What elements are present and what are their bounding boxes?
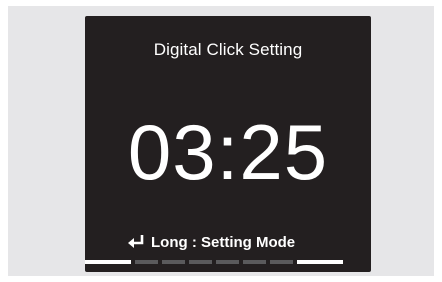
page-indicator-segment	[85, 260, 131, 264]
time-display: 03:25	[127, 108, 329, 196]
page-indicator-segment	[189, 260, 212, 264]
page-indicator-segment	[135, 260, 158, 264]
enter-icon	[128, 235, 144, 248]
page-indicator-segment	[243, 260, 266, 264]
page-indicator	[85, 260, 371, 264]
device-screen: Digital Click Setting 03:25 Long : Setti…	[85, 16, 371, 272]
page-indicator-segment	[270, 260, 293, 264]
page-indicator-segment	[297, 260, 343, 264]
hint-row: Long : Setting Mode	[127, 232, 295, 252]
hint-text: Long : Setting Mode	[151, 233, 296, 251]
screen-title: Digital Click Setting	[153, 40, 303, 59]
page-indicator-segment	[162, 260, 185, 264]
page-indicator-segment	[216, 260, 239, 264]
